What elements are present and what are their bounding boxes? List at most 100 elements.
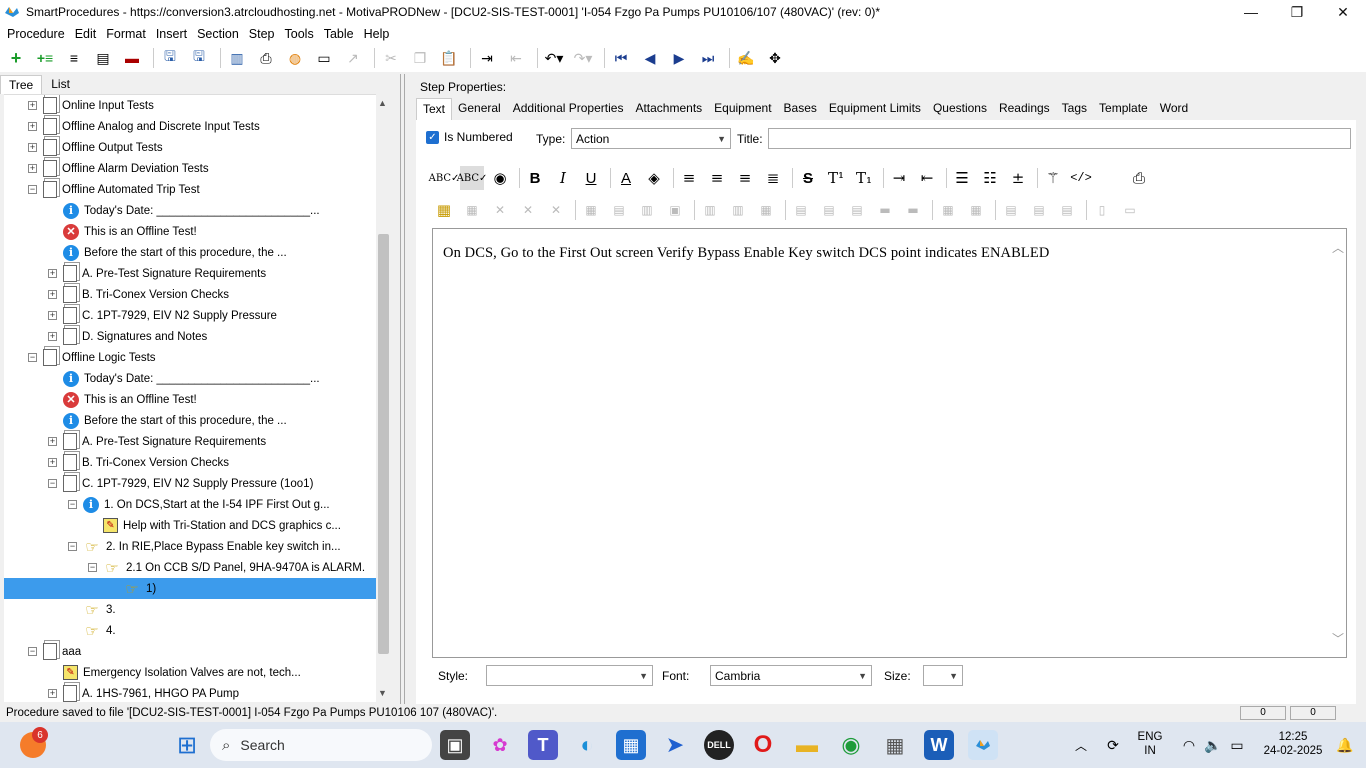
smartprocedures-taskbar-icon[interactable] — [968, 730, 998, 760]
collapse-icon[interactable]: − — [48, 479, 57, 488]
store-icon[interactable]: ▦ — [616, 730, 646, 760]
col-edit-icon[interactable]: ▥ — [635, 198, 659, 222]
tab-equipment[interactable]: Equipment — [708, 98, 777, 120]
font-color-icon[interactable]: A — [614, 166, 638, 190]
menu-edit[interactable]: Edit — [70, 27, 102, 41]
file-explorer-icon[interactable]: ▬ — [792, 730, 822, 760]
last-icon[interactable]: ⏭ — [696, 46, 720, 70]
row-height-icon[interactable]: ▭ — [1118, 198, 1142, 222]
delete-col-icon[interactable]: ✕ — [544, 198, 568, 222]
tree-item[interactable]: − ☞ 2. In RIE,Place Bypass Enable key swit… — [4, 536, 376, 557]
network-status-icon[interactable]: ⟳ — [1098, 730, 1128, 760]
cell-props-icon[interactable]: ▦ — [579, 198, 603, 222]
menu-step[interactable]: Step — [244, 27, 280, 41]
tree-item[interactable]: + A. Pre-Test Signature Requirements — [4, 263, 376, 284]
opera-icon[interactable]: O — [748, 730, 778, 760]
expand-icon[interactable]: + — [28, 164, 37, 173]
tab-template[interactable]: Template — [1093, 98, 1154, 120]
tree-item[interactable]: − i 1. On DCS,Start at the I-54 IPF First … — [4, 494, 376, 515]
merge-cells-icon[interactable]: ▦ — [754, 198, 778, 222]
first-icon[interactable]: ⏮ — [609, 46, 633, 70]
windows-start-icon[interactable]: ⊞ — [172, 730, 202, 760]
tree-item[interactable]: + B. Tri-Conex Version Checks — [4, 284, 376, 305]
expand-icon[interactable]: + — [48, 269, 57, 278]
clock[interactable]: 12:25 24-02-2025 — [1258, 730, 1328, 758]
underline-icon[interactable]: U — [579, 166, 603, 190]
split-cell-icon[interactable]: ▦ — [936, 198, 960, 222]
bold-icon[interactable]: B — [523, 166, 547, 190]
expand-icon[interactable]: + — [48, 311, 57, 320]
step-text-editor[interactable]: On DCS, Go to the First Out screen Verif… — [432, 228, 1347, 658]
task-view-icon[interactable]: ▣ — [440, 730, 470, 760]
notification-bell-icon[interactable]: 🔔 — [1330, 730, 1360, 760]
align-top-icon[interactable]: ▤ — [999, 198, 1023, 222]
move-icon[interactable]: ✥ — [763, 46, 787, 70]
menu-tools[interactable]: Tools — [280, 27, 319, 41]
save-icon[interactable]: 🖫 — [187, 46, 211, 70]
strikethrough-icon[interactable]: S — [796, 166, 820, 190]
expand-icon[interactable]: + — [48, 290, 57, 299]
expand-icon[interactable]: + — [48, 689, 57, 698]
collapse-icon[interactable]: − — [68, 542, 77, 551]
scroll-down-icon[interactable]: ﹀ — [1332, 630, 1344, 647]
align-right-icon[interactable]: ≡ — [733, 166, 757, 190]
close-button[interactable]: ✕ — [1320, 0, 1366, 24]
tree-item[interactable]: + Offline Output Tests — [4, 137, 376, 158]
add-icon[interactable]: + — [4, 46, 28, 70]
tree-item[interactable]: + A. 1HS-7961, HHGO PA Pump — [4, 683, 376, 702]
tree-item[interactable]: − C. 1PT-7929, EIV N2 Supply Pressure (1o… — [4, 473, 376, 494]
minimize-button[interactable]: — — [1228, 0, 1274, 24]
insert-line-icon[interactable]: ± — [1006, 166, 1030, 190]
tray-chevron-up-icon[interactable]: ︿ — [1066, 730, 1096, 760]
tab-questions[interactable]: Questions — [927, 98, 993, 120]
tab-additional-properties[interactable]: Additional Properties — [507, 98, 630, 120]
numbered-list-icon[interactable]: ☷ — [978, 166, 1002, 190]
chrome-icon[interactable]: ◉ — [836, 730, 866, 760]
delete-cols-icon[interactable]: ▬ — [901, 198, 925, 222]
tree-item[interactable]: ✕ This is an Offline Test! — [4, 389, 376, 410]
word-icon[interactable]: W — [924, 730, 954, 760]
delete-icon[interactable]: ▬ — [120, 46, 144, 70]
refresh-icon[interactable]: ◍ — [283, 46, 307, 70]
color-wheel-icon[interactable]: ◉ — [488, 166, 512, 190]
expand-icon[interactable]: + — [28, 101, 37, 110]
tree-item[interactable]: ☞ 3. — [4, 599, 376, 620]
expand-icon[interactable]: + — [48, 437, 57, 446]
menu-insert[interactable]: Insert — [151, 27, 192, 41]
tree-item[interactable]: + Offline Analog and Discrete Input Tests — [4, 116, 376, 137]
paste-icon[interactable]: 📋 — [437, 46, 461, 70]
menu-procedure[interactable]: Procedure — [2, 27, 70, 41]
menu-format[interactable]: Format — [101, 27, 151, 41]
tree-item[interactable]: + Offline Alarm Deviation Tests — [4, 158, 376, 179]
save-all-icon[interactable]: 🖫 — [158, 46, 182, 70]
collapse-icon[interactable]: − — [88, 563, 97, 572]
type-select[interactable]: Action ▼ — [571, 128, 731, 149]
scroll-thumb[interactable] — [378, 234, 389, 654]
collapse-icon[interactable]: − — [28, 185, 37, 194]
copilot-icon[interactable]: ✿ — [485, 730, 515, 760]
style-select[interactable]: ▼ — [486, 665, 653, 686]
magic-wand-icon[interactable]: ⚚ — [1041, 166, 1065, 190]
preview-icon[interactable]: ▭ — [312, 46, 336, 70]
tab-text[interactable]: Text — [416, 98, 453, 120]
align-center-icon[interactable]: ≡ — [705, 166, 729, 190]
tree-scrollbar[interactable]: ▲ ▼ — [376, 94, 391, 702]
scroll-down-icon[interactable]: ▼ — [378, 688, 387, 698]
size-select[interactable]: ▼ — [923, 665, 963, 686]
font-select[interactable]: Cambria ▼ — [710, 665, 872, 686]
tree-item[interactable]: + C. 1PT-7929, EIV N2 Supply Pressure — [4, 305, 376, 326]
title-input[interactable] — [768, 128, 1351, 149]
expand-icon[interactable]: + — [48, 332, 57, 341]
column-width-icon[interactable]: ▯ — [1090, 198, 1114, 222]
tree-item[interactable]: + Online Input Tests — [4, 95, 376, 116]
cut-icon[interactable]: ✂ — [379, 46, 403, 70]
tree-item[interactable]: − Offline Logic Tests — [4, 347, 376, 368]
tab-list[interactable]: List — [42, 74, 79, 94]
edge-icon[interactable]: ◐ — [572, 730, 602, 760]
insert-row-above-icon[interactable]: ▤ — [789, 198, 813, 222]
printer-icon[interactable]: ⎙ — [1127, 166, 1151, 190]
tree-item[interactable]: + A. Pre-Test Signature Requirements — [4, 431, 376, 452]
split-row-icon[interactable]: ▤ — [845, 198, 869, 222]
collapse-icon[interactable]: − — [28, 353, 37, 362]
expand-icon[interactable]: + — [48, 458, 57, 467]
